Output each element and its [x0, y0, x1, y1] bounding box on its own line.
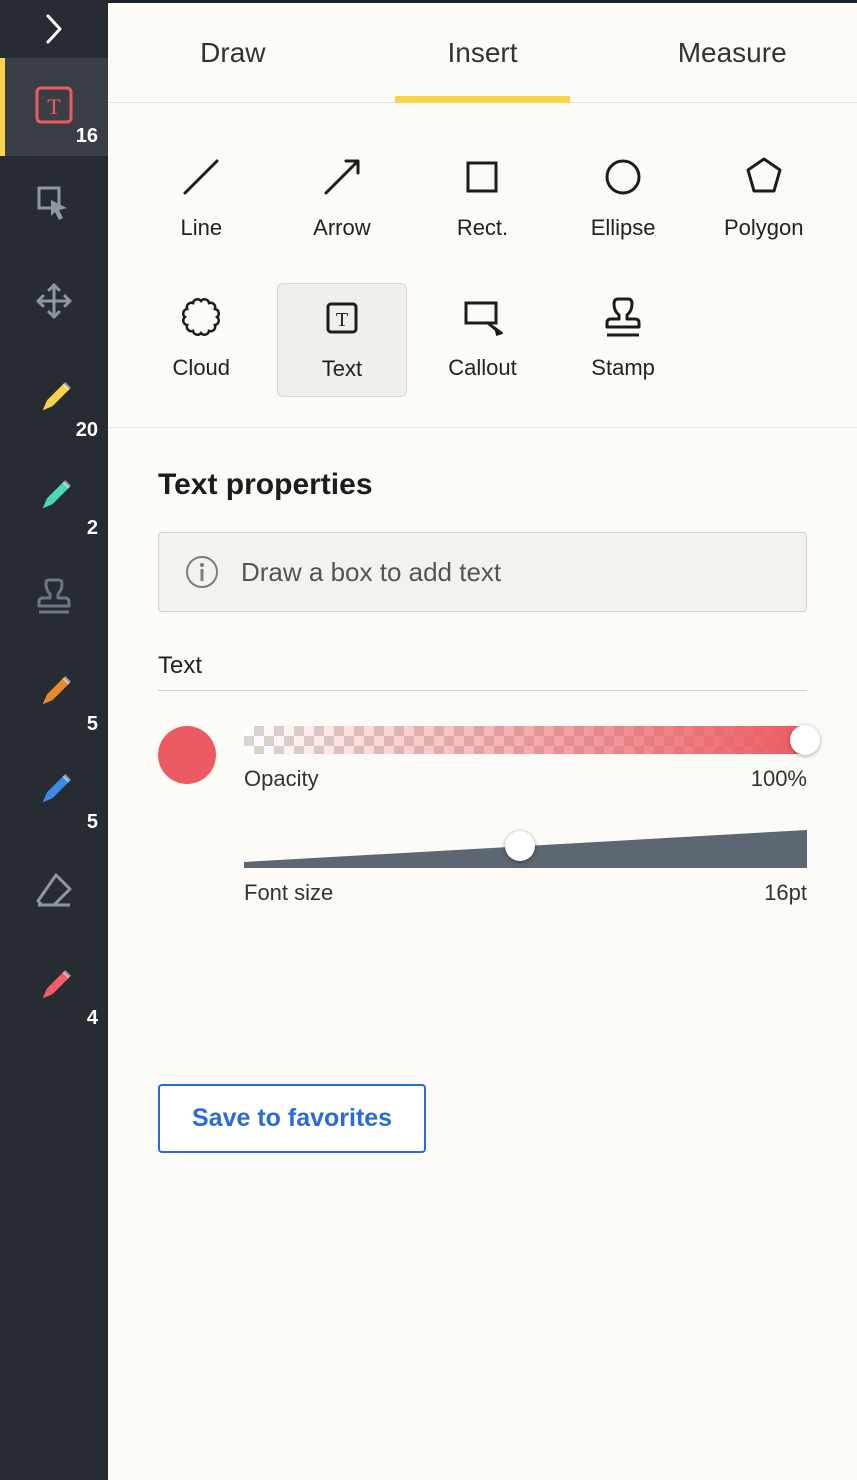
sidebar-item-text-tool[interactable]: T 16 — [0, 58, 108, 156]
sidebar-item-move-tool[interactable] — [0, 254, 108, 352]
shape-label: Ellipse — [591, 215, 656, 241]
polygon-icon — [740, 153, 788, 201]
shape-ellipse[interactable]: Ellipse — [558, 143, 689, 255]
font-size-row: Font size 16pt — [158, 830, 807, 906]
line-icon — [177, 153, 225, 201]
ellipse-icon — [599, 153, 647, 201]
shape-polygon[interactable]: Polygon — [698, 143, 829, 255]
sidebar-item-pen-orange[interactable]: 5 — [0, 646, 108, 744]
font-size-label: Font size — [244, 880, 333, 906]
shape-cloud[interactable]: Cloud — [136, 283, 267, 397]
opacity-slider[interactable] — [244, 726, 807, 754]
save-to-favorites-button[interactable]: Save to favorites — [158, 1084, 426, 1153]
sidebar-badge: 5 — [87, 811, 98, 834]
shape-callout[interactable]: Callout — [417, 283, 548, 397]
shape-label: Cloud — [173, 355, 230, 381]
sidebar-badge: 2 — [87, 517, 98, 540]
opacity-thumb[interactable] — [790, 725, 820, 755]
tab-bar: DrawInsertMeasure — [108, 3, 857, 103]
properties-panel: Text properties Draw a box to add text T… — [108, 428, 857, 1183]
shape-label: Polygon — [724, 215, 804, 241]
tab-insert[interactable]: Insert — [358, 3, 608, 102]
pen-icon — [32, 377, 76, 426]
cloud-icon — [177, 293, 225, 341]
stamp-icon — [33, 574, 75, 621]
eraser-icon — [32, 867, 76, 916]
cursor-icon — [33, 182, 75, 229]
text-icon: T — [33, 84, 75, 131]
opacity-label: Opacity — [244, 766, 319, 792]
tab-measure[interactable]: Measure — [607, 3, 857, 102]
shape-label: Rect. — [457, 215, 508, 241]
svg-text:T: T — [336, 309, 348, 331]
section-label-text: Text — [158, 652, 807, 691]
shape-label: Text — [322, 356, 362, 382]
sidebar-item-pen-pink[interactable]: 4 — [0, 940, 108, 1038]
tab-draw[interactable]: Draw — [108, 3, 358, 102]
chevron-right-icon — [44, 14, 64, 44]
sidebar-badge: 5 — [87, 713, 98, 736]
pen-icon — [32, 769, 76, 818]
main-panel: DrawInsertMeasure Line Arrow Rect. Ellipse P… — [108, 0, 857, 1480]
pen-icon — [32, 671, 76, 720]
font-size-slider[interactable] — [244, 830, 807, 868]
hint-box: Draw a box to add text — [158, 532, 807, 612]
shape-grid: Line Arrow Rect. Ellipse Polygon Cloud T Text Ca… — [108, 103, 857, 428]
sidebar: T 16 20 2 5 5 4 — [0, 0, 108, 1480]
font-size-thumb[interactable] — [505, 831, 535, 861]
opacity-row: Opacity 100% — [158, 726, 807, 792]
stamp-icon — [599, 293, 647, 341]
shape-label: Arrow — [313, 215, 370, 241]
shape-label: Stamp — [591, 355, 655, 381]
shape-line[interactable]: Line — [136, 143, 267, 255]
sidebar-item-pen-blue[interactable]: 5 — [0, 744, 108, 842]
shape-label: Callout — [448, 355, 516, 381]
svg-text:T: T — [47, 94, 61, 119]
pen-icon — [32, 475, 76, 524]
hint-text: Draw a box to add text — [241, 557, 501, 588]
rect-icon — [458, 153, 506, 201]
properties-title: Text properties — [158, 468, 807, 502]
sidebar-badge: 20 — [76, 419, 98, 442]
move-icon — [32, 279, 76, 328]
sidebar-item-eraser-tool[interactable] — [0, 842, 108, 940]
font-size-value: 16pt — [764, 880, 807, 906]
color-swatch[interactable] — [158, 726, 216, 784]
callout-icon — [458, 293, 506, 341]
info-icon — [185, 555, 219, 589]
arrow-icon — [318, 153, 366, 201]
sidebar-item-pen-yellow[interactable]: 20 — [0, 352, 108, 450]
sidebar-badge: 4 — [87, 1007, 98, 1030]
sidebar-badge: 16 — [76, 125, 98, 148]
shape-rect[interactable]: Rect. — [417, 143, 548, 255]
sidebar-expand[interactable] — [0, 0, 108, 58]
sidebar-item-select-tool[interactable] — [0, 156, 108, 254]
text-icon: T — [318, 294, 366, 342]
shape-arrow[interactable]: Arrow — [277, 143, 408, 255]
sidebar-item-stamp-tool[interactable] — [0, 548, 108, 646]
shape-label: Line — [181, 215, 223, 241]
shape-text[interactable]: T Text — [277, 283, 408, 397]
pen-icon — [32, 965, 76, 1014]
opacity-value: 100% — [751, 766, 807, 792]
shape-stamp[interactable]: Stamp — [558, 283, 689, 397]
sidebar-item-pen-teal[interactable]: 2 — [0, 450, 108, 548]
